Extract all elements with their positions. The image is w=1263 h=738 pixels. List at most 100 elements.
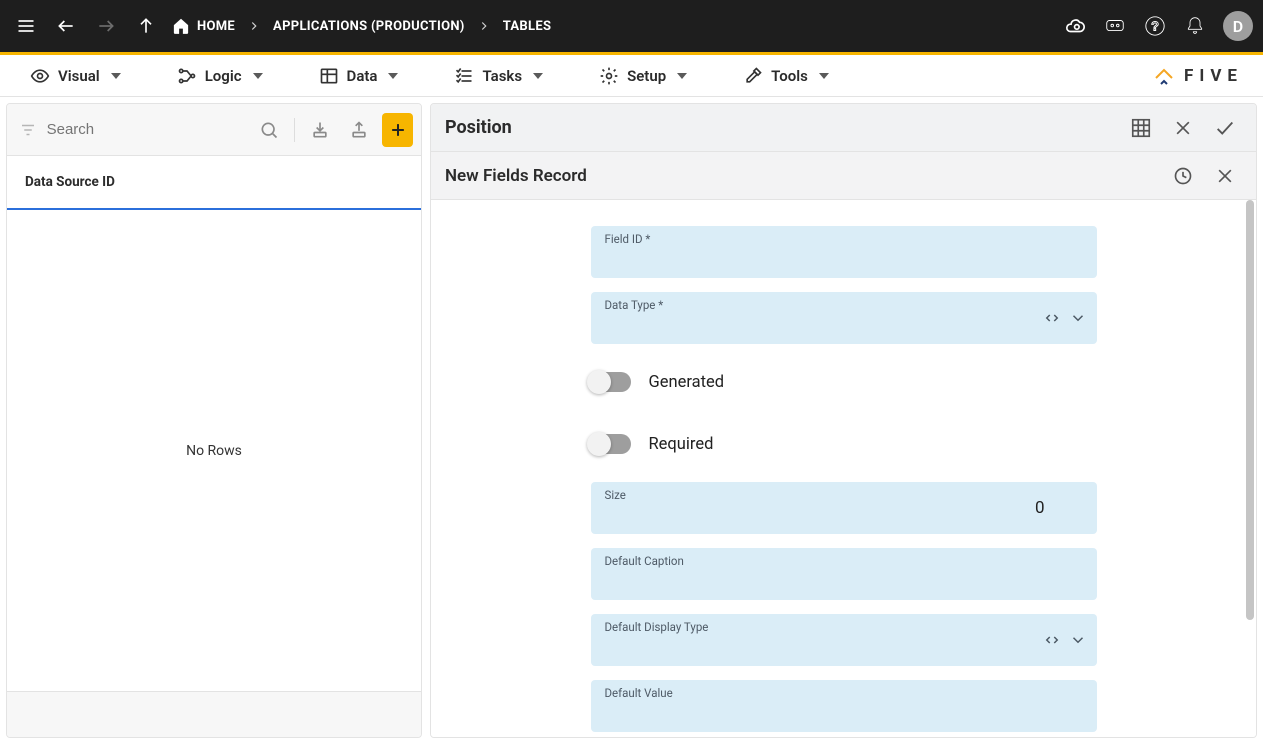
filter-icon[interactable]	[17, 121, 39, 139]
breadcrumb-tables-label: TABLES	[503, 19, 552, 34]
default-value-label: Default Value	[605, 686, 673, 700]
chevron-down-icon	[111, 73, 121, 79]
field-id-input[interactable]: Field ID *	[591, 226, 1097, 278]
chevron-right-icon	[247, 19, 261, 33]
default-display-type-label: Default Display Type	[605, 620, 709, 634]
form-wrap: Field ID * Data Type *	[431, 200, 1256, 737]
menu-button[interactable]	[6, 6, 46, 46]
gear-icon	[599, 66, 619, 86]
cloud-button[interactable]	[1055, 6, 1095, 46]
nav-up-button[interactable]	[126, 6, 166, 46]
menu-logic[interactable]: Logic	[163, 55, 277, 96]
arrow-right-icon	[96, 16, 116, 36]
column-header-label: Data Source ID	[25, 174, 115, 190]
data-type-label: Data Type *	[605, 298, 664, 312]
menu-logic-label: Logic	[205, 67, 242, 85]
work-area: Data Source ID No Rows Position New Fiel…	[0, 97, 1263, 738]
breadcrumb-home-label: HOME	[197, 19, 235, 34]
breadcrumb-applications[interactable]: APPLICATIONS (PRODUCTION)	[267, 19, 471, 34]
chevron-right-icon	[477, 19, 491, 33]
chevron-down-icon	[253, 73, 263, 79]
chevron-down-icon	[533, 73, 543, 79]
divider	[294, 118, 295, 142]
close-button[interactable]	[1166, 111, 1200, 145]
scrollbar-thumb[interactable]	[1246, 200, 1254, 620]
table-icon	[319, 66, 339, 86]
column-header[interactable]: Data Source ID	[7, 156, 421, 210]
breadcrumb-tables[interactable]: TABLES	[497, 19, 558, 34]
close-sub-button[interactable]	[1208, 159, 1242, 193]
code-icon	[1043, 309, 1061, 327]
default-caption-input[interactable]: Default Caption	[591, 548, 1097, 600]
switch-knob	[587, 432, 611, 456]
default-value-input[interactable]: Default Value	[591, 680, 1097, 732]
search-icon	[259, 120, 279, 140]
left-panel: Data Source ID No Rows	[6, 103, 422, 738]
menu-visual-label: Visual	[58, 67, 100, 85]
menu-visual[interactable]: Visual	[16, 55, 135, 96]
default-display-type-select[interactable]: Default Display Type	[591, 614, 1097, 666]
switch-knob	[587, 370, 611, 394]
add-button[interactable]	[382, 113, 413, 147]
chevron-down-icon	[1069, 309, 1087, 327]
empty-text: No Rows	[186, 443, 242, 459]
required-toggle[interactable]	[591, 434, 631, 454]
import-button[interactable]	[305, 113, 336, 147]
cloud-icon	[1064, 15, 1086, 37]
help-icon: ?	[1144, 15, 1166, 37]
export-button[interactable]	[344, 113, 375, 147]
chat-button[interactable]	[1095, 6, 1135, 46]
breadcrumb-applications-label: APPLICATIONS (PRODUCTION)	[273, 19, 465, 34]
history-button[interactable]	[1166, 159, 1200, 193]
data-type-select[interactable]: Data Type *	[591, 292, 1097, 344]
nav-forward-button[interactable]	[86, 6, 126, 46]
eye-icon	[30, 66, 50, 86]
notifications-button[interactable]	[1175, 6, 1215, 46]
avatar[interactable]: D	[1223, 11, 1253, 41]
top-bar: HOME APPLICATIONS (PRODUCTION) TABLES ? …	[0, 0, 1263, 52]
menu-setup[interactable]: Setup	[585, 55, 701, 96]
breadcrumb-separator	[241, 19, 267, 33]
scrollbar[interactable]	[1246, 200, 1254, 737]
help-button[interactable]: ?	[1135, 6, 1175, 46]
nav-back-button[interactable]	[46, 6, 86, 46]
confirm-button[interactable]	[1208, 111, 1242, 145]
hamburger-icon	[16, 16, 36, 36]
clock-icon	[1173, 166, 1193, 186]
code-icon	[1043, 631, 1061, 649]
menu-bar: Visual Logic Data Tasks Setup Tools FIVE	[0, 55, 1263, 97]
grid-view-button[interactable]	[1124, 111, 1158, 145]
menu-data-label: Data	[347, 67, 378, 85]
left-footer	[7, 691, 421, 737]
tasks-icon	[454, 66, 474, 86]
check-icon	[1214, 117, 1236, 139]
svg-text:?: ?	[1151, 19, 1159, 34]
generated-toggle[interactable]	[591, 372, 631, 392]
right-subheader: New Fields Record	[431, 152, 1256, 200]
brand-text: FIVE	[1184, 66, 1243, 86]
menu-tasks-label: Tasks	[482, 67, 522, 85]
sub-title: New Fields Record	[445, 166, 1158, 186]
menu-tools-label: Tools	[771, 67, 808, 85]
size-input[interactable]: Size 0	[591, 482, 1097, 534]
search-button[interactable]	[254, 113, 285, 147]
left-body: No Rows	[7, 210, 421, 691]
required-toggle-row: Required	[591, 420, 1097, 468]
menu-tools[interactable]: Tools	[729, 55, 843, 96]
home-icon	[172, 17, 190, 35]
page-title: Position	[445, 117, 1116, 138]
download-icon	[310, 120, 330, 140]
arrow-left-icon	[56, 16, 76, 36]
menu-data[interactable]: Data	[305, 55, 413, 96]
field-id-label: Field ID *	[605, 232, 651, 246]
size-value: 0	[1035, 498, 1083, 518]
form-scroll[interactable]: Field ID * Data Type *	[431, 200, 1256, 737]
menu-tasks[interactable]: Tasks	[440, 55, 557, 96]
search-input[interactable]	[47, 115, 246, 144]
brand-mark-icon	[1152, 64, 1176, 88]
plus-icon	[388, 120, 408, 140]
size-label: Size	[605, 488, 626, 502]
breadcrumb-home[interactable]: HOME	[166, 17, 241, 35]
generated-toggle-row: Generated	[591, 358, 1097, 406]
bell-icon	[1185, 16, 1205, 36]
